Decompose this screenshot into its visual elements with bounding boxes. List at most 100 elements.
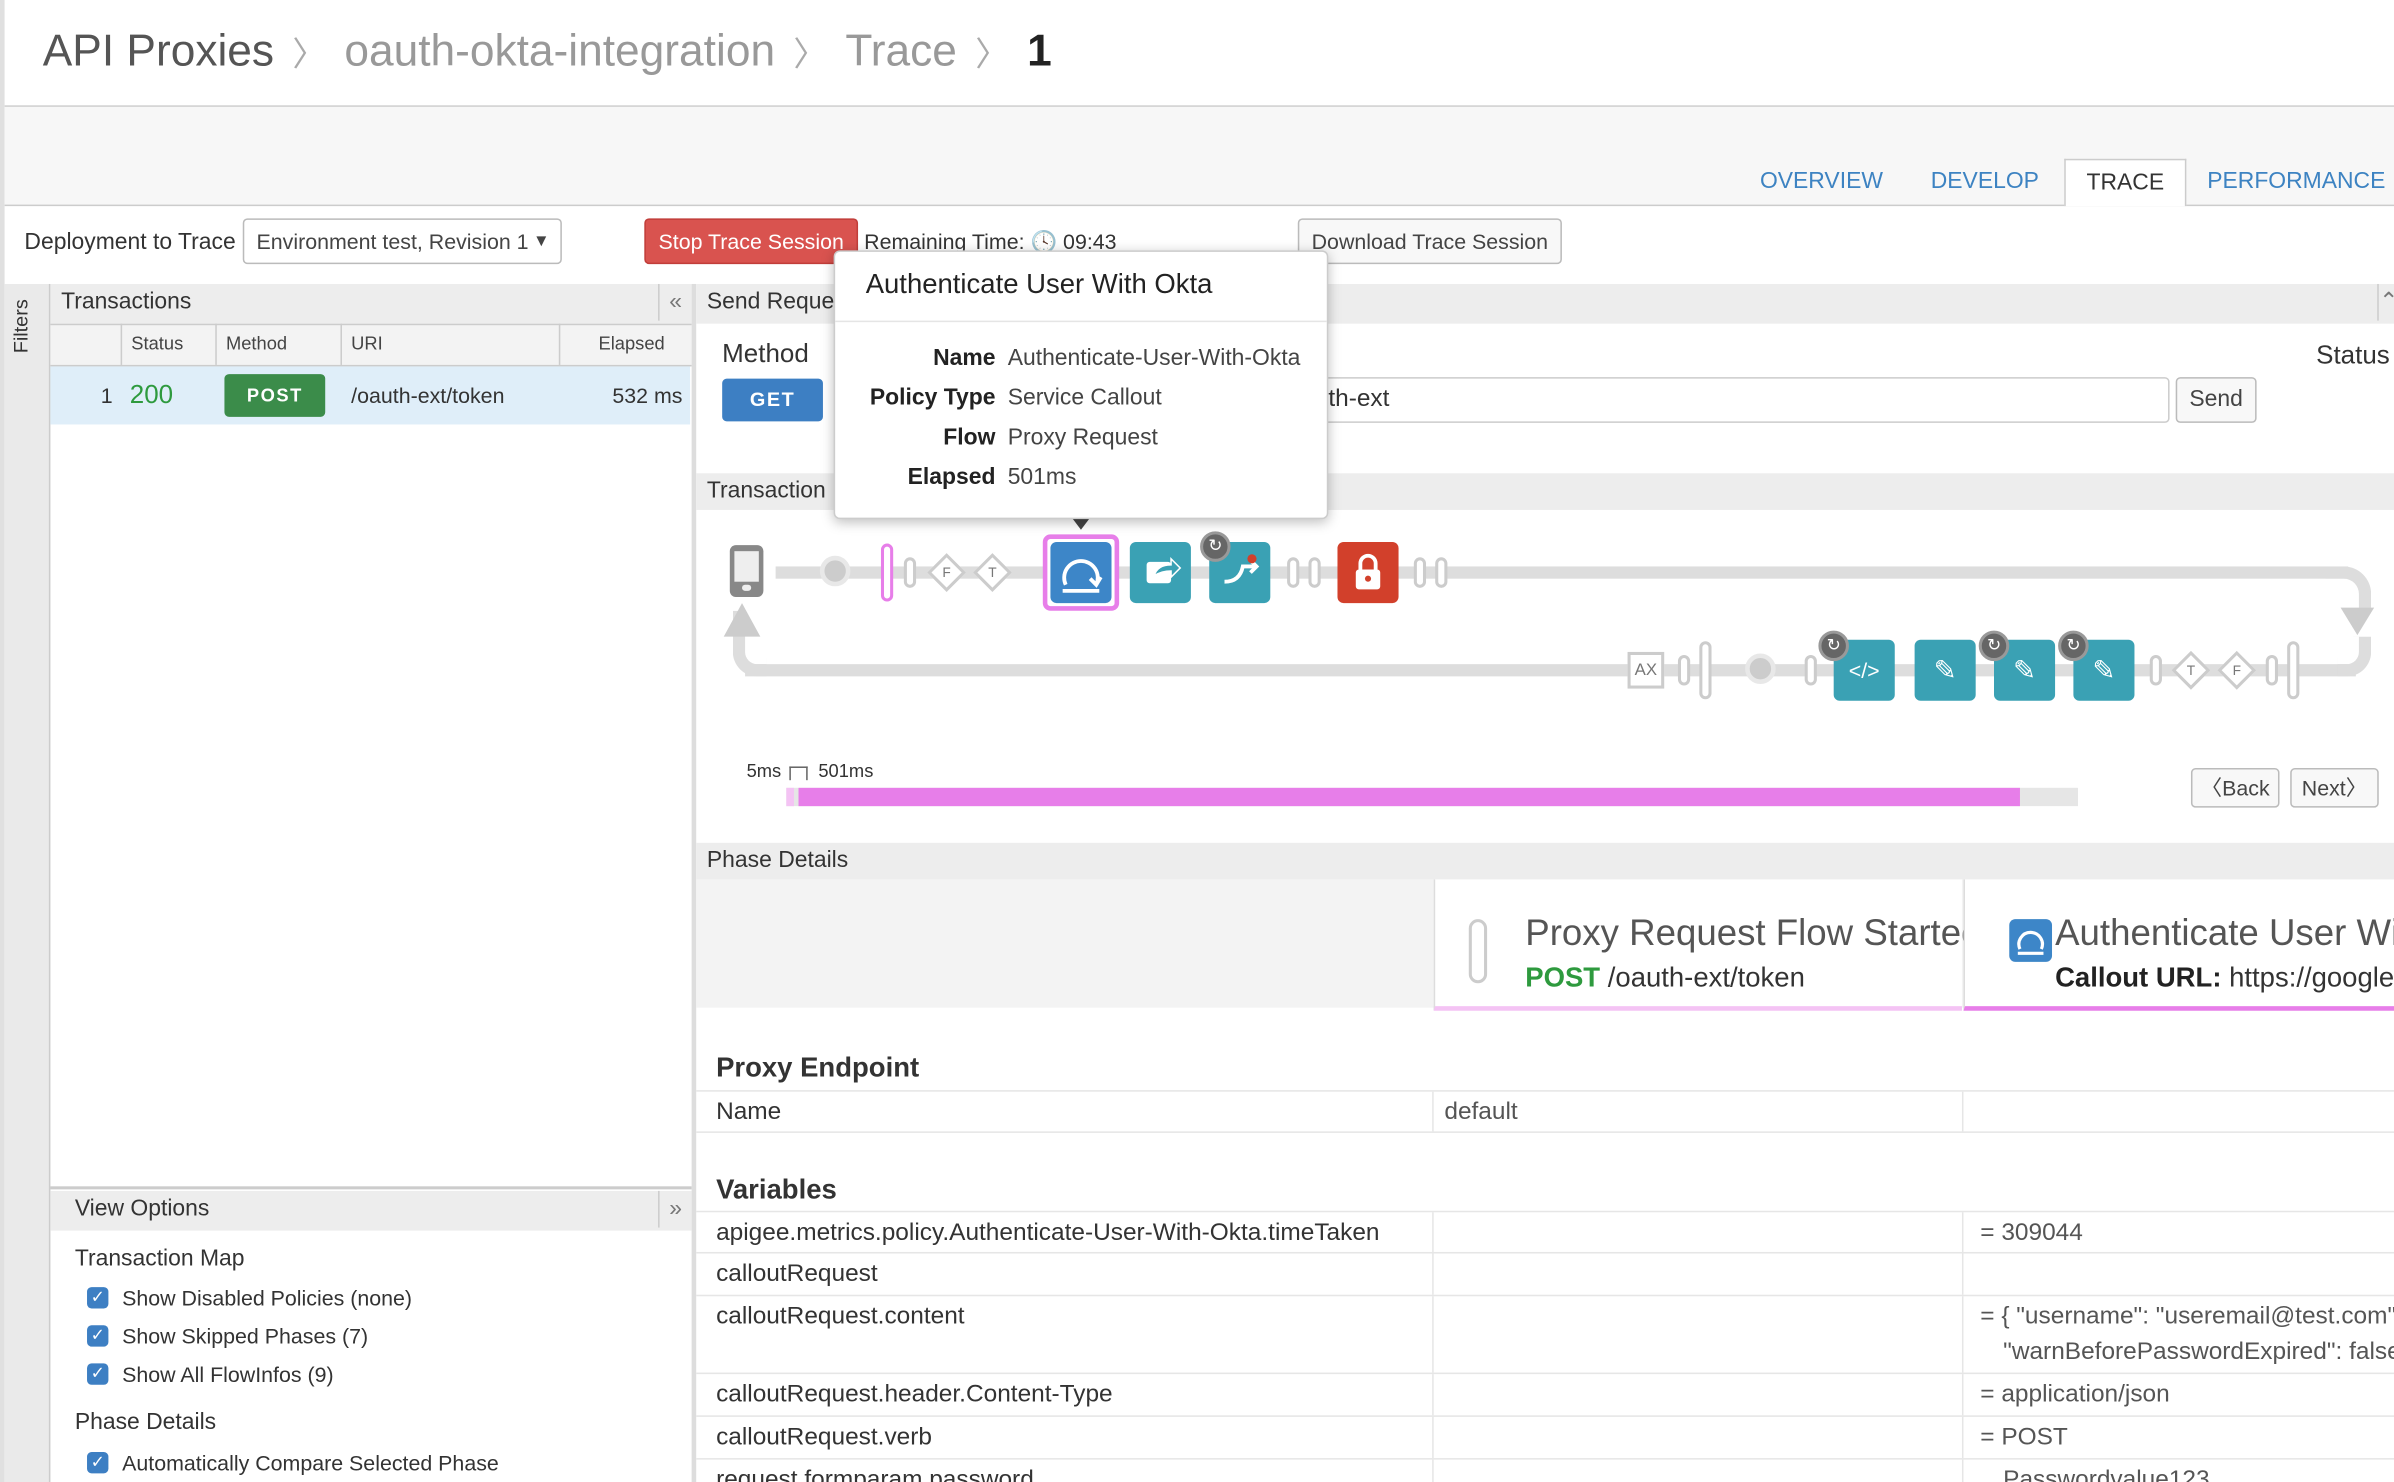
tab-performance[interactable]: PERFORMANCE: [2199, 159, 2394, 205]
timeline-fill: [798, 787, 2020, 807]
method-label: Method: [722, 338, 809, 368]
stop-trace-session-button[interactable]: Stop Trace Session: [644, 218, 859, 265]
pencil-icon[interactable]: ✎: [1914, 639, 1976, 701]
mobile-phone-icon[interactable]: [729, 545, 764, 597]
breadcrumb: API Proxies 〉 oauth-okta-integration 〉 T…: [43, 21, 1052, 82]
analytics-ax-marker[interactable]: AX: [1627, 651, 1665, 689]
collapse-up-icon[interactable]: ⌃: [2377, 283, 2394, 321]
flowinfo-marker[interactable]: [1413, 557, 1427, 588]
popover-policy-type-label: Policy Type: [869, 384, 996, 411]
flow-end-dot[interactable]: [1745, 653, 1776, 685]
selected-phase-marker[interactable]: [880, 543, 894, 602]
table-row: request.formparam.password Passwordvalue…: [696, 1459, 2394, 1482]
expand-down-icon[interactable]: »: [658, 1190, 692, 1228]
phase-card-uri: /oauth-ext/token: [1607, 961, 1805, 993]
flow-start-dot[interactable]: [819, 555, 851, 587]
breadcrumb-proxy-name[interactable]: oauth-okta-integration: [344, 27, 775, 77]
col-index: [50, 323, 123, 365]
tab-bar-divider: [4, 204, 2394, 207]
track-turn-right: [2325, 566, 2372, 613]
timeline-track[interactable]: [786, 787, 2078, 807]
view-options-divider: [50, 1186, 692, 1190]
auto-compare-checkbox[interactable]: ✓: [87, 1451, 109, 1474]
view-options-title: View Options: [74, 1195, 210, 1222]
flowinfo-marker[interactable]: [1287, 557, 1300, 588]
show-disabled-policies-checkbox[interactable]: ✓: [87, 1287, 109, 1309]
breadcrumb-trace[interactable]: Trace: [845, 27, 957, 77]
filters-sidebar[interactable]: Filters: [4, 283, 51, 1482]
callout-url-value: https://googlev: [2229, 961, 2394, 993]
lock-icon[interactable]: [1337, 542, 1399, 604]
track-arrow-down: [2340, 607, 2375, 636]
col-elapsed[interactable]: Elapsed: [560, 324, 691, 365]
row-elapsed: 532 ms: [612, 383, 683, 408]
back-button[interactable]: 〈Back: [2190, 767, 2280, 808]
phase-details-options-title: Phase Details: [74, 1409, 217, 1436]
method-select-get[interactable]: GET: [722, 378, 823, 422]
col-method[interactable]: Method: [217, 323, 343, 365]
table-row: Name default: [696, 1090, 2394, 1133]
service-callout-icon[interactable]: [1050, 542, 1112, 604]
flowinfo-marker[interactable]: [2265, 654, 2278, 686]
flag-f-marker[interactable]: F: [927, 553, 967, 592]
breadcrumb-separator-icon: 〉: [793, 35, 828, 74]
flowinfo-marker[interactable]: [1308, 557, 1321, 588]
flag-t-marker[interactable]: T: [2171, 650, 2211, 690]
show-all-flowinfos-label: Show All FlowInfos (9): [122, 1361, 334, 1387]
flowinfo-marker[interactable]: [1435, 557, 1448, 588]
col-status[interactable]: Status: [122, 323, 217, 365]
timeline-start-label: 5ms: [746, 760, 782, 782]
timeline-end-label: 501ms: [818, 760, 874, 782]
show-skipped-phases-checkbox[interactable]: ✓: [87, 1325, 109, 1347]
table-row: calloutRequest.header.Content-Type = app…: [696, 1374, 2394, 1417]
breadcrumb-api-proxies[interactable]: API Proxies: [43, 27, 274, 77]
popover-elapsed-label: Elapsed: [907, 464, 996, 491]
flowinfo-marker[interactable]: [1677, 654, 1691, 686]
redirect-icon[interactable]: [1129, 542, 1191, 604]
variable-name: calloutRequest: [716, 1261, 878, 1288]
phase-marker[interactable]: [1699, 641, 1712, 700]
variable-value: = POST: [1980, 1424, 2068, 1451]
flag-t-marker[interactable]: T: [972, 553, 1012, 592]
phase-card-pill-icon: [1468, 919, 1488, 984]
phase-card-title: Proxy Request Flow Started: [1525, 913, 1982, 955]
popover-pointer: [1071, 517, 1091, 530]
flowinfo-marker[interactable]: [1804, 654, 1817, 686]
popover-flow-label: Flow: [943, 424, 996, 451]
phase-card-request-started[interactable]: Proxy Request Flow Started POST /oauth-e…: [1433, 879, 1981, 1011]
deployment-select[interactable]: Environment test, Revision 1 ▼: [242, 218, 562, 265]
phase-details-header: Phase Details: [696, 842, 2394, 880]
next-button[interactable]: Next〉: [2290, 767, 2379, 808]
auto-compare-label: Automatically Compare Selected Phase: [122, 1450, 499, 1475]
send-button[interactable]: Send: [2175, 377, 2257, 423]
variable-name: request.formparam.password: [716, 1467, 1034, 1482]
flag-f-marker[interactable]: F: [2217, 650, 2257, 690]
filters-label: Filters: [9, 299, 33, 354]
variable-name: apigee.metrics.policy.Authenticate-User-…: [716, 1219, 1380, 1246]
download-trace-session-button[interactable]: Download Trace Session: [1297, 218, 1562, 265]
flowinfo-marker[interactable]: [2149, 654, 2162, 686]
collapse-left-icon[interactable]: «: [658, 283, 692, 321]
col-uri[interactable]: URI: [342, 323, 561, 365]
table-row[interactable]: 1 200 POST /oauth-ext/token 532 ms: [50, 366, 691, 425]
phase-card-authenticate[interactable]: Authenticate User Wit Callout URL: https…: [1963, 879, 2394, 1011]
service-callout-icon: [2009, 919, 2053, 962]
request-url-value: th-ext: [1328, 386, 1390, 413]
track-arrow-up: [723, 603, 761, 637]
retry-badge-icon: ↻: [1978, 630, 2010, 662]
tab-trace[interactable]: TRACE: [2064, 158, 2187, 207]
tab-develop[interactable]: DEVELOP: [1916, 159, 2053, 205]
row-index: 1: [100, 383, 113, 408]
variable-name: calloutRequest.content: [716, 1303, 965, 1330]
deployment-label: Deployment to Trace: [24, 229, 236, 255]
phase-marker[interactable]: [2287, 641, 2300, 700]
proxy-endpoint-title: Proxy Endpoint: [716, 1051, 920, 1083]
show-all-flowinfos-checkbox[interactable]: ✓: [87, 1363, 109, 1385]
variable-value: = application/json: [1980, 1381, 2170, 1408]
flowinfo-marker[interactable]: [903, 557, 917, 588]
tab-overview[interactable]: OVERVIEW: [1748, 159, 1895, 205]
variable-name: calloutRequest.verb: [716, 1424, 932, 1451]
variables-title: Variables: [716, 1174, 837, 1205]
trace-page: API Proxies 〉 oauth-okta-integration 〉 T…: [0, 0, 2394, 1482]
breadcrumb-separator-icon: 〉: [975, 35, 1009, 74]
